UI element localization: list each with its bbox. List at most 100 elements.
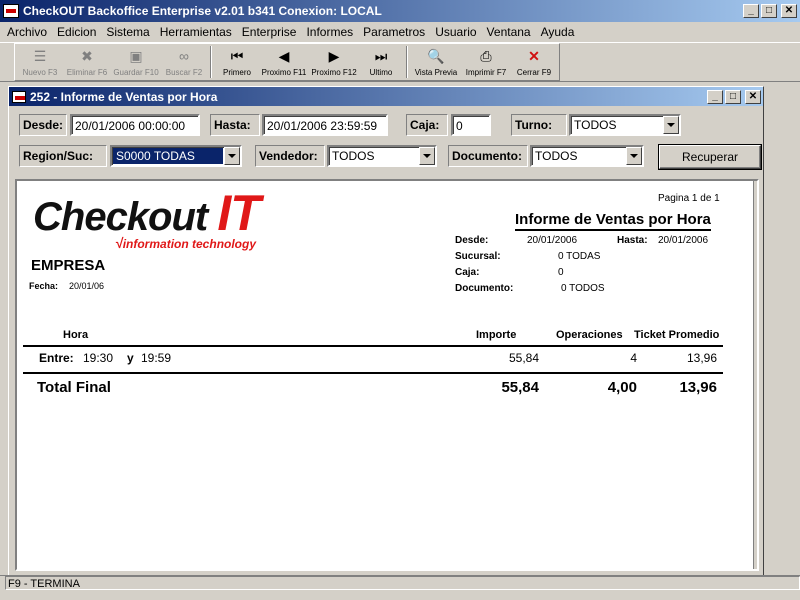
report-sucursal-value: 0 TODAS [558, 251, 601, 262]
col-importe: Importe [476, 329, 517, 341]
report-title: Informe de Ventas por Hora [515, 211, 711, 231]
child-minimize-button[interactable]: _ [707, 89, 723, 104]
region-select[interactable]: S0000 TODAS [110, 145, 242, 167]
row-from-time: 19:30 [83, 351, 114, 365]
row-ticket: 13,96 [686, 351, 717, 365]
previous-button[interactable]: ◀ Proximo F11 [259, 44, 309, 80]
first-button[interactable]: ⏮ Primero [215, 44, 259, 80]
app-title: CheckOUT Backoffice Enterprise v2.01 b34… [23, 4, 382, 18]
report-caja-label: Caja: [455, 267, 480, 278]
report-preview[interactable]: Checkout IT information technology Pagin… [15, 179, 759, 571]
row-to-time: 19:59 [141, 351, 172, 365]
vendedor-label: Vendedor: [255, 145, 325, 167]
preview-button-label: Vista Previa [414, 68, 458, 77]
print-button[interactable]: ⎙ Imprimir F7 [461, 44, 511, 80]
report-caja-value: 0 [558, 267, 564, 278]
delete-button[interactable]: ✖ Eliminar F6 [63, 44, 111, 80]
region-select-value: S0000 TODAS [113, 148, 223, 164]
caja-field[interactable]: 0 [451, 114, 491, 136]
turno-select-value: TODOS [574, 118, 617, 132]
report-window-titlebar: 252 - Informe de Ventas por Hora _ □ ✕ [9, 87, 763, 106]
vendedor-select-value: TODOS [332, 149, 375, 163]
region-label: Region/Suc: [19, 145, 107, 167]
status-text: F9 - TERMINA [5, 576, 800, 590]
close-form-button[interactable]: ✕ Cerrar F9 [511, 44, 557, 80]
chevron-down-icon[interactable] [224, 147, 240, 165]
bottom-edge [0, 592, 800, 600]
total-ticket: 13,96 [679, 379, 717, 396]
company-name: EMPRESA [31, 257, 106, 274]
fecha-label: Fecha: [29, 281, 59, 291]
report-desde-value: 20/01/2006 [527, 235, 578, 246]
logo-tagline: information technology [115, 235, 256, 251]
delete-button-label: Eliminar F6 [66, 68, 108, 77]
filter-panel: Desde: 20/01/2006 00:00:00 Hasta: 20/01/… [9, 109, 763, 175]
logo-it: IT [217, 185, 260, 241]
chevron-down-icon[interactable] [626, 147, 642, 165]
toolbar: ☰ Nuevo F3 ✖ Eliminar F6 ▣ Guardar F10 ∞… [0, 42, 800, 82]
child-close-button[interactable]: ✕ [745, 89, 761, 104]
report-scrollbar-edge [753, 181, 757, 569]
save-button-label: Guardar F10 [113, 68, 159, 77]
menu-ventana[interactable]: Ventana [482, 25, 536, 39]
report-documento-value: 0 TODOS [561, 283, 605, 294]
maximize-button[interactable]: □ [761, 4, 777, 18]
chevron-down-icon[interactable] [663, 116, 679, 134]
menu-informes[interactable]: Informes [301, 25, 358, 39]
row-entre-label: Entre: [39, 351, 74, 365]
col-operaciones: Operaciones [556, 329, 623, 341]
menu-ayuda[interactable]: Ayuda [536, 25, 580, 39]
new-button[interactable]: ☰ Nuevo F3 [17, 44, 63, 80]
turno-label: Turno: [511, 114, 567, 136]
previous-icon: ◀ [278, 47, 290, 64]
vendedor-select[interactable]: TODOS [327, 145, 437, 167]
chevron-down-icon[interactable] [419, 147, 435, 165]
menu-edicion[interactable]: Edicion [52, 25, 101, 39]
status-bar: F9 - TERMINA [0, 575, 800, 591]
save-button[interactable]: ▣ Guardar F10 [111, 44, 161, 80]
hasta-label: Hasta: [210, 114, 260, 136]
search-button[interactable]: ∞ Buscar F2 [161, 44, 207, 80]
report-sucursal-label: Sucursal: [455, 251, 501, 262]
report-page: Checkout IT information technology Pagin… [17, 181, 757, 569]
next-button[interactable]: ▶ Proximo F12 [309, 44, 359, 80]
documento-select[interactable]: TODOS [530, 145, 644, 167]
report-desde-label: Desde: [455, 235, 489, 246]
menu-parametros[interactable]: Parametros [358, 25, 430, 39]
preview-button[interactable]: 🔍 Vista Previa [411, 44, 461, 80]
logo-word: Checkout [33, 195, 218, 239]
minimize-button[interactable]: _ [743, 4, 759, 18]
last-button[interactable]: ⏭ Ultimo [359, 44, 403, 80]
caja-label: Caja: [406, 114, 448, 136]
menu-archivo[interactable]: Archivo [2, 25, 52, 39]
first-icon: ⏮ [230, 47, 244, 64]
new-button-label: Nuevo F3 [22, 68, 58, 77]
binoculars-icon: ∞ [179, 48, 189, 64]
child-maximize-button[interactable]: □ [725, 89, 741, 104]
documento-select-value: TODOS [535, 149, 578, 163]
menu-enterprise[interactable]: Enterprise [237, 25, 302, 39]
printer-icon: ⎙ [480, 47, 492, 64]
menu-sistema[interactable]: Sistema [101, 25, 154, 39]
preview-icon: 🔍 [427, 47, 445, 64]
next-icon: ▶ [328, 47, 340, 64]
close-button[interactable]: ✕ [781, 4, 797, 18]
col-ticket-promedio: Ticket Promedio [634, 329, 720, 341]
toolbar-separator [406, 46, 408, 78]
last-button-label: Ultimo [369, 68, 393, 77]
delete-icon: ✖ [81, 47, 93, 64]
toolbar-group: ☰ Nuevo F3 ✖ Eliminar F6 ▣ Guardar F10 ∞… [14, 43, 560, 81]
report-window: 252 - Informe de Ventas por Hora _ □ ✕ D… [8, 86, 764, 576]
row-importe: 55,84 [508, 351, 539, 365]
desde-field[interactable]: 20/01/2006 00:00:00 [70, 114, 200, 136]
turno-select[interactable]: TODOS [569, 114, 681, 136]
report-documento-label: Documento: [455, 283, 514, 294]
menu-herramientas[interactable]: Herramientas [155, 25, 237, 39]
total-label: Total Final [37, 379, 111, 396]
hasta-field[interactable]: 20/01/2006 23:59:59 [262, 114, 388, 136]
app-titlebar: CheckOUT Backoffice Enterprise v2.01 b34… [0, 0, 800, 22]
menu-usuario[interactable]: Usuario [430, 25, 481, 39]
last-icon: ⏭ [374, 47, 388, 64]
total-operaciones: 4,00 [607, 379, 637, 396]
recuperar-button[interactable]: Recuperar [659, 145, 761, 169]
